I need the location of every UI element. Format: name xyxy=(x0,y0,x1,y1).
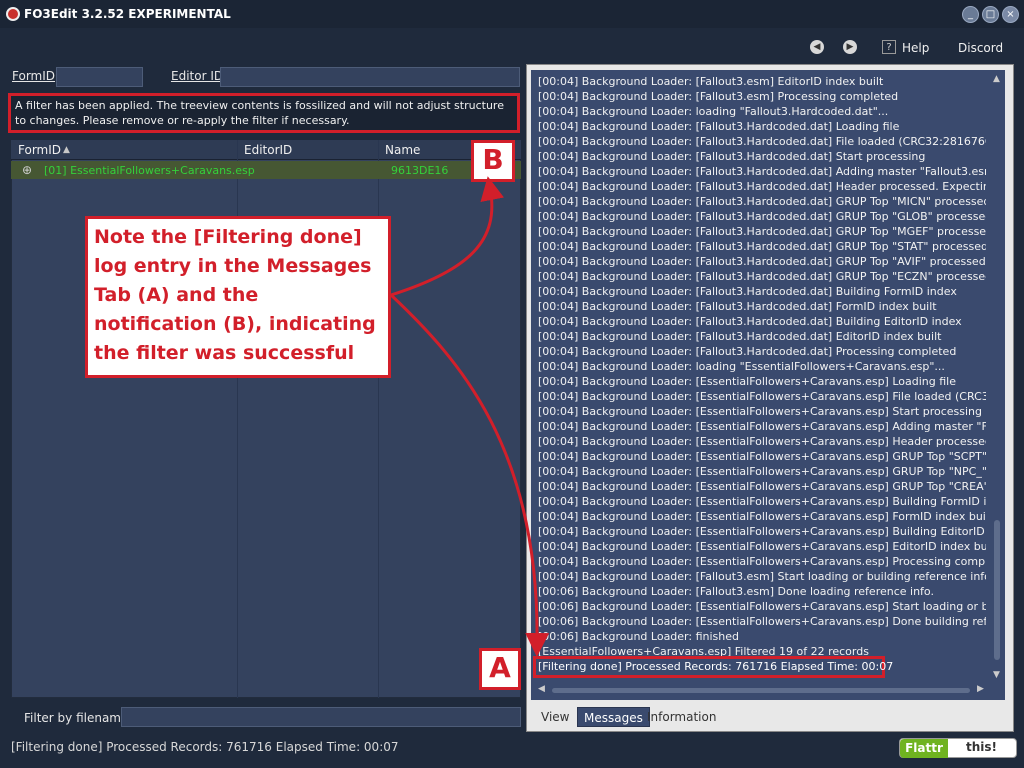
arrow-to-b xyxy=(390,176,505,297)
annotation-arrows xyxy=(389,176,550,657)
arrow-to-a xyxy=(389,293,550,657)
